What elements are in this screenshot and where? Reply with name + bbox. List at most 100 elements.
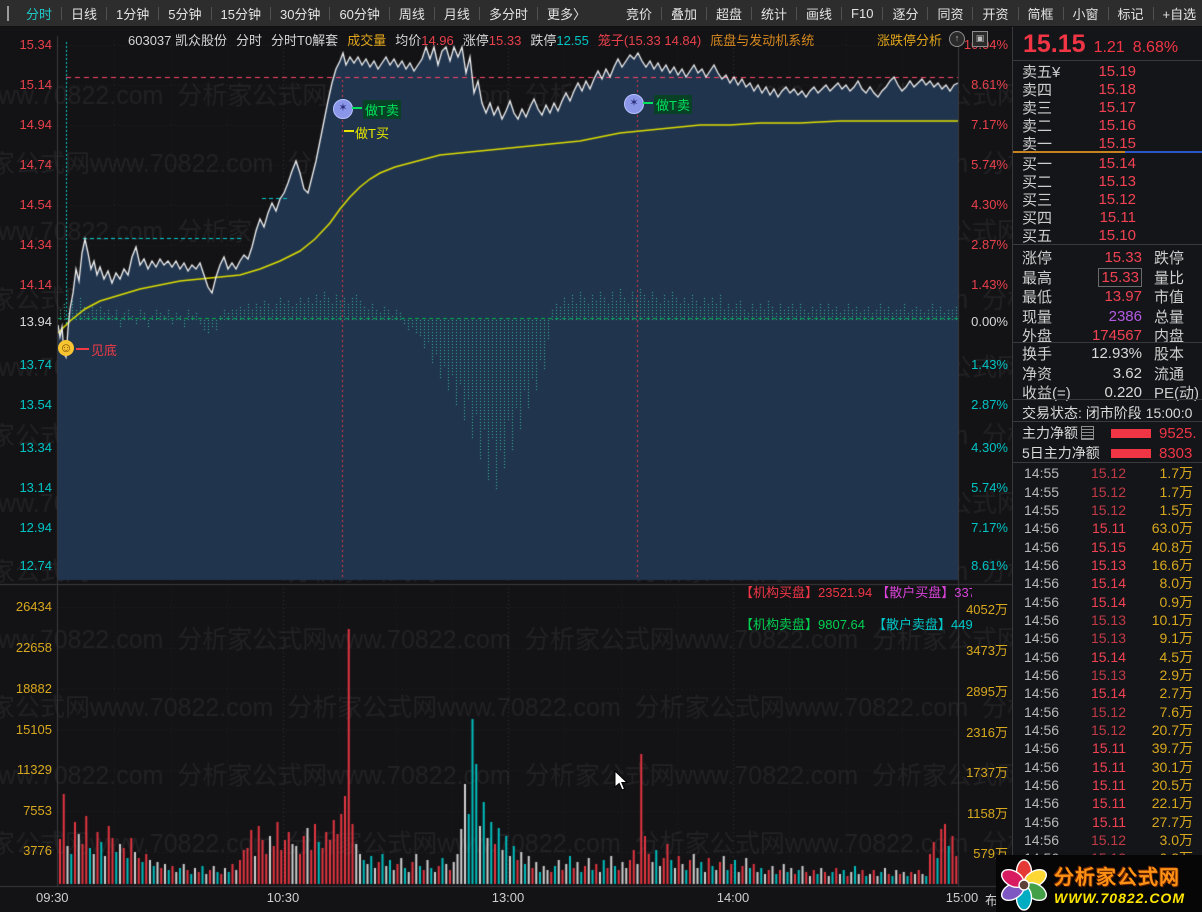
trade-price: 15.14 [1090, 685, 1126, 702]
tick-trade-row: 14:56 15.11 20.5万 [1013, 776, 1202, 794]
info-row-最高: 最高 15.33 量比 [1013, 267, 1202, 287]
menu-item-标记[interactable]: 标记 [1109, 4, 1153, 23]
buy-level-3[interactable]: 买三 15.12 [1013, 190, 1202, 209]
limit-down-value: 12.55 [556, 32, 589, 48]
menu-item-1分钟[interactable]: 1分钟 [107, 4, 158, 23]
volume-label[interactable]: 成交量 [347, 30, 386, 49]
info-value: 13.97 [1104, 288, 1142, 305]
sell-level-3[interactable]: 卖三 15.17 [1013, 98, 1202, 117]
trade-volume: 63.0万 [1151, 520, 1193, 537]
menu-item-15分钟[interactable]: 15分钟 [212, 4, 270, 23]
buy-level-2[interactable]: 买二 15.13 [1013, 172, 1202, 191]
trade-volume: 9.1万 [1159, 630, 1193, 647]
trade-volume: 10.1万 [1151, 611, 1193, 628]
menu-item-30分钟[interactable]: 30分钟 [271, 4, 329, 23]
tick-trade-row: 14:56 15.12 3.0万 [1013, 831, 1202, 849]
tick-trade-row: 14:56 15.13 2.9万 [1013, 666, 1202, 684]
tick-trade-row: 14:56 15.13 9.1万 [1013, 629, 1202, 647]
t-sell-marker-2[interactable]: ✶ [624, 94, 644, 114]
chart-header-indicator[interactable]: 分时T0解套 [271, 30, 338, 49]
tick-trade-row: 14:55 15.12 1.7万 [1013, 482, 1202, 500]
info-label: 净资 [1022, 365, 1053, 383]
avg-value: 14.96 [421, 32, 454, 48]
limit-analysis-button[interactable]: 涨跌停分析 [877, 30, 942, 49]
menu-item-开资[interactable]: 开资 [973, 4, 1017, 23]
flow-value: 8303 [1159, 444, 1193, 462]
trade-status: 交易状态: 闭市阶段 15:00:0 [1022, 405, 1193, 421]
chart-region: 603037 凯众股份 分时 分时T0解套 成交量 均价14.96 涨停15.3… [0, 26, 1012, 912]
menu-items: 分时 日线 1分钟 5分钟 15分钟 30分钟 60分钟 周线 月线 多分时 更多〉 竞价 叠加 超盘 统计… [17, 4, 1202, 23]
trade-volume: 2.7万 [1159, 685, 1193, 702]
trade-price: 15.12 [1090, 483, 1126, 500]
sell-level-2[interactable]: 卖四 15.18 [1013, 80, 1202, 99]
menu-item-分时[interactable]: 分时 [17, 4, 61, 23]
sell-level-1[interactable]: 卖五¥ 15.19 [1013, 62, 1202, 81]
t-sell-marker-1[interactable]: ✶ [333, 99, 353, 119]
trade-price: 15.13 [1090, 630, 1126, 647]
flow-bar [1111, 448, 1151, 458]
menu-item-小窗[interactable]: 小窗 [1064, 4, 1108, 23]
trade-volume: 40.8万 [1151, 538, 1193, 555]
trade-time: 14:56 [1024, 630, 1060, 647]
chart-header-stock: 603037 凯众股份 [128, 32, 227, 48]
flow-label: 主力净额 [1022, 425, 1078, 441]
inst-buy-value: 【机构买盘】23521.94 [740, 585, 873, 600]
menu-item-简框[interactable]: 简框 [1019, 4, 1063, 23]
expand-icon[interactable]: ↑ [949, 31, 965, 47]
info-label: 现量 [1022, 308, 1053, 326]
info-row-换手: 换手 12.93% 股本 [1013, 344, 1202, 363]
chart-header-period[interactable]: 分时 [236, 30, 262, 49]
t-buy-label-1: 做T买 [355, 126, 389, 141]
trade-volume: 0.9万 [1159, 593, 1193, 610]
quote-panel: 15.15 1.21 8.68% 卖五¥ 15.19 卖四 15.18 卖三 15.17 卖… [1012, 26, 1202, 912]
trade-price: 15.11 [1092, 520, 1126, 537]
menu-item-同资[interactable]: 同资 [928, 4, 972, 23]
menu-item-逐分[interactable]: 逐分 [883, 4, 927, 23]
window-icon[interactable] [7, 5, 9, 21]
dash-connector [76, 348, 89, 350]
menu-item-周线[interactable]: 周线 [390, 4, 434, 23]
trade-time: 14:56 [1024, 685, 1060, 702]
menu-item-超盘[interactable]: 超盘 [707, 4, 751, 23]
quote-summary: 15.15 1.21 8.68% [1023, 30, 1178, 59]
last-price: 15.15 [1023, 30, 1086, 58]
flower-logo-icon [1000, 858, 1048, 911]
split-window-icon[interactable]: ▣ [972, 31, 988, 47]
menu-item-画线[interactable]: 画线 [797, 4, 841, 23]
menu-item-月线[interactable]: 月线 [435, 4, 479, 23]
capital-flow-row: 5日主力净额 8303 [1013, 443, 1202, 463]
menu-item-竞价[interactable]: 竞价 [617, 4, 661, 23]
menu-item-多分时[interactable]: 多分时 [480, 4, 537, 23]
trade-time: 14:56 [1024, 520, 1060, 537]
time-label: 10:30 [266, 890, 300, 905]
menu-item-统计[interactable]: 统计 [752, 4, 796, 23]
sell-level-5[interactable]: 卖一 15.15 [1013, 134, 1202, 153]
menu-item-更多〉[interactable]: 更多〉 [538, 4, 595, 23]
trade-time: 14:55 [1024, 465, 1060, 482]
info-value: 12.93% [1091, 345, 1142, 362]
trade-time: 14:55 [1024, 501, 1060, 518]
buy-level-1[interactable]: 买一 15.14 [1013, 154, 1202, 173]
trade-time: 14:56 [1024, 538, 1060, 555]
list-icon[interactable] [1081, 426, 1094, 440]
menu-item-叠加[interactable]: 叠加 [662, 4, 706, 23]
timeshare-chart-canvas[interactable] [0, 26, 1012, 912]
menu-item-日线[interactable]: 日线 [62, 4, 106, 23]
top-menu-bar: 分时 日线 1分钟 5分钟 15分钟 30分钟 60分钟 周线 月线 多分时 更多〉 竞价 叠加 超盘 统计… [0, 0, 1202, 27]
level-price: 15.18 [1098, 80, 1136, 98]
trade-price: 15.12 [1090, 703, 1126, 720]
menu-item-60分钟[interactable]: 60分钟 [330, 4, 388, 23]
trade-price: 15.12 [1090, 721, 1126, 738]
buy-level-5[interactable]: 买五 15.10 [1013, 226, 1202, 245]
menu-item-F10[interactable]: F10 [842, 6, 882, 21]
menu-item-5分钟[interactable]: 5分钟 [159, 4, 210, 23]
trade-volume: 8.0万 [1159, 575, 1193, 592]
tick-trade-list[interactable]: 14:55 15.12 1.7万 14:55 15.12 1.7万 14:55 15.12 1.… [1013, 464, 1202, 868]
menu-item-+自选[interactable]: +自选 [1154, 4, 1202, 23]
institution-sell-line: 【机构卖盘】9807.64 【散户卖盘】4492. [740, 614, 972, 633]
buy-level-4[interactable]: 买四 15.11 [1013, 208, 1202, 227]
sell-level-4[interactable]: 卖二 15.16 [1013, 116, 1202, 135]
info-label-2: 市值 [1154, 289, 1185, 306]
trade-price: 15.11 [1092, 777, 1126, 794]
info-label: 最低 [1022, 289, 1053, 306]
